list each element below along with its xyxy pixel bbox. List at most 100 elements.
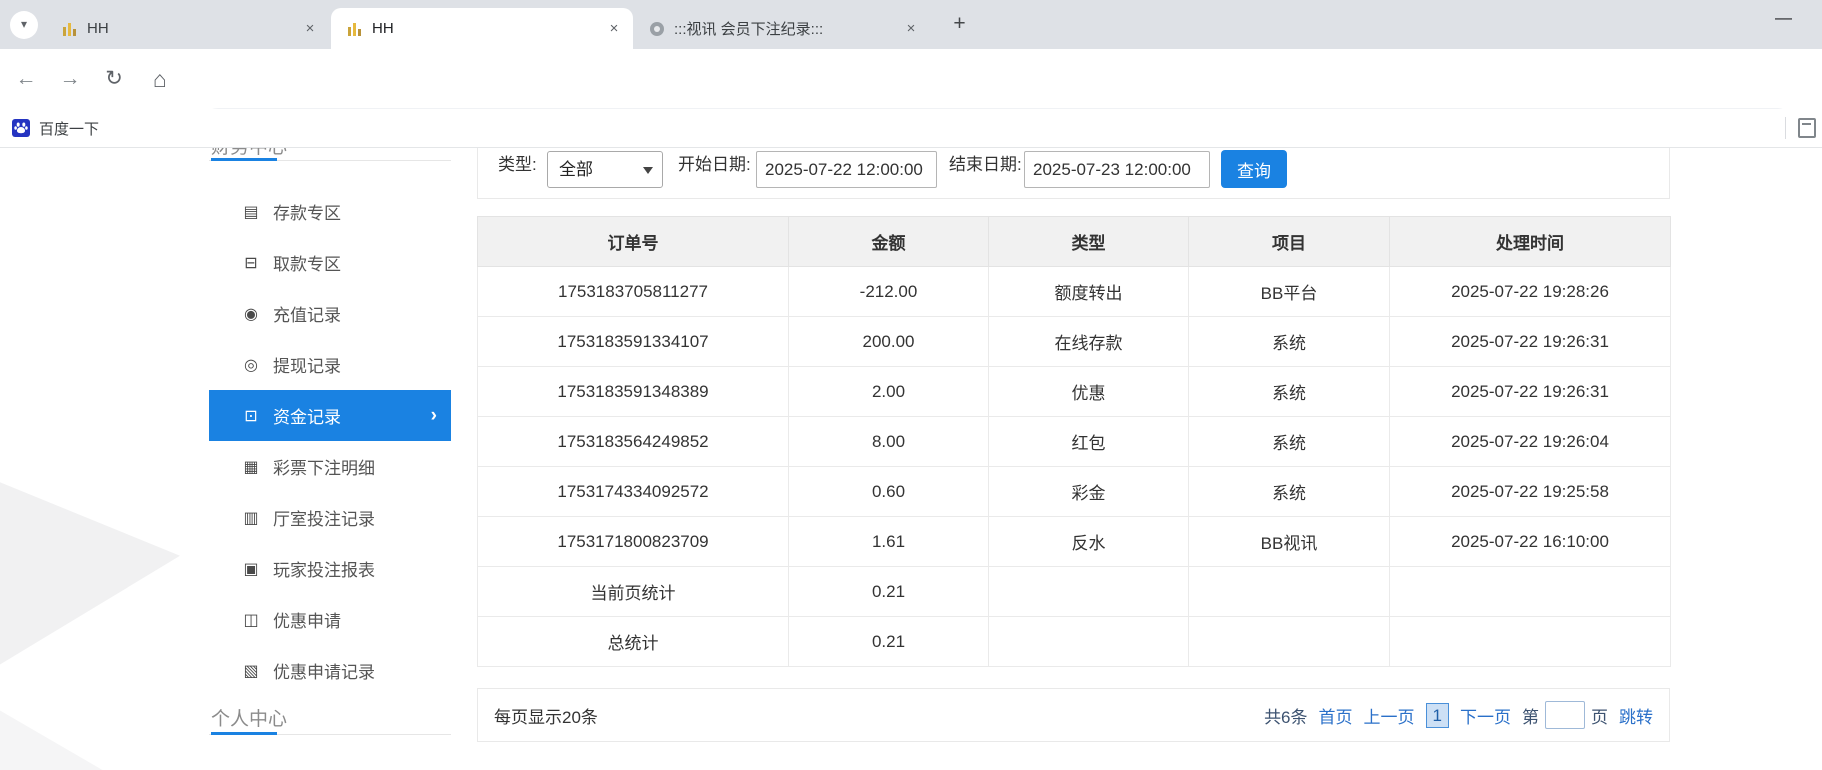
hh-favicon bbox=[347, 21, 363, 37]
sidebar-item-withdraw-zone[interactable]: ⊟ 取款专区 bbox=[209, 237, 451, 288]
close-icon[interactable]: × bbox=[605, 20, 623, 38]
type-select-value: 全部 bbox=[559, 160, 593, 179]
search-button[interactable]: 查询 bbox=[1221, 150, 1287, 188]
bookmarks-separator bbox=[1785, 117, 1786, 139]
baidu-favicon bbox=[12, 119, 30, 137]
cell-time: 2025-07-22 19:26:31 bbox=[1389, 316, 1671, 367]
cell-type: 在线存款 bbox=[988, 316, 1189, 367]
col-header-project: 项目 bbox=[1188, 216, 1390, 267]
cell-project: 系统 bbox=[1188, 366, 1390, 417]
funds-records-panel: 类型: 全部 开始日期: 结束日期: 查询 订单号 金额 类型 bbox=[477, 148, 1671, 770]
cell-project: BB视讯 bbox=[1188, 516, 1390, 567]
reload-icon[interactable]: ↻ bbox=[99, 64, 129, 94]
sidebar-item-label: 彩票下注明细 bbox=[273, 459, 375, 478]
tab-search-button[interactable]: ▾ bbox=[10, 11, 38, 39]
cell-empty bbox=[988, 566, 1189, 617]
home-icon[interactable]: ⌂ bbox=[145, 64, 175, 94]
next-page-link[interactable]: 下一页 bbox=[1460, 703, 1511, 728]
cell-empty bbox=[1188, 616, 1390, 667]
back-icon[interactable]: ← bbox=[11, 64, 41, 94]
chevron-down-icon: ▾ bbox=[20, 17, 28, 31]
cell-order-id: 1753183705811277 bbox=[477, 266, 789, 317]
sidebar-item-withdraw-records[interactable]: ◎ 提现记录 bbox=[209, 339, 451, 390]
new-tab-button[interactable]: + bbox=[946, 11, 973, 38]
sidebar-item-label: 玩家投注报表 bbox=[273, 561, 375, 580]
lottery-detail-icon: ▦ bbox=[243, 458, 259, 476]
cell-amount: 1.61 bbox=[788, 516, 989, 567]
table-row: 1753183705811277 -212.00 额度转出 BB平台 2025-… bbox=[477, 266, 1671, 317]
sidebar-item-deposit-zone[interactable]: ▤ 存款专区 bbox=[209, 186, 451, 237]
sidebar-item-label: 资金记录 bbox=[273, 408, 341, 427]
user-center-sidebar: 财务中心 ▤ 存款专区 ⊟ 取款专区 ◉ 充值记录 ◎ 提现记录 bbox=[209, 148, 451, 770]
sidebar-item-player-bet-report[interactable]: ▣ 玩家投注报表 bbox=[209, 543, 451, 594]
cell-time: 2025-07-22 19:28:26 bbox=[1389, 266, 1671, 317]
video-site-favicon bbox=[649, 21, 665, 37]
jump-link[interactable]: 跳转 bbox=[1619, 703, 1653, 728]
start-date-label: 开始日期: bbox=[678, 155, 751, 174]
end-date-label: 结束日期: bbox=[949, 155, 1022, 174]
col-header-order-id: 订单号 bbox=[477, 216, 789, 267]
sidebar-item-promo-apply[interactable]: ◫ 优惠申请 bbox=[209, 594, 451, 645]
table-row: 1753171800823709 1.61 反水 BB视讯 2025-07-22… bbox=[477, 516, 1671, 567]
sidebar-item-label: 厅室投注记录 bbox=[273, 510, 375, 529]
pagination-bar: 每页显示20条 共6条 首页 上一页 1 下一页 第 页 跳转 bbox=[477, 688, 1670, 742]
cell-amount: 0.60 bbox=[788, 466, 989, 517]
sidebar-item-funds-records[interactable]: ⊡ 资金记录 › bbox=[209, 390, 451, 441]
sidebar-item-room-bet-records[interactable]: ▥ 厅室投注记录 bbox=[209, 492, 451, 543]
withdraw-cash-icon: ⊟ bbox=[244, 254, 258, 272]
type-select[interactable]: 全部 bbox=[547, 151, 663, 188]
col-header-amount: 金额 bbox=[788, 216, 989, 267]
sidebar-menu: ▤ 存款专区 ⊟ 取款专区 ◉ 充值记录 ◎ 提现记录 ⊡ 资金记录 › ▦ 彩… bbox=[209, 186, 451, 696]
prev-page-link[interactable]: 上一页 bbox=[1364, 703, 1415, 728]
cell-project: BB平台 bbox=[1188, 266, 1390, 317]
tab-strip: ▾ HH × HH × :::视讯 会员下注纪录::: × + — bbox=[0, 0, 1822, 49]
coupon-icon: ◫ bbox=[243, 611, 259, 629]
cell-amount: 0.21 bbox=[788, 616, 989, 667]
page-prefix-label: 第 bbox=[1522, 707, 1539, 727]
jump-to-page-group: 第 页 bbox=[1522, 701, 1608, 729]
bookmark-baidu[interactable]: 百度一下 bbox=[12, 115, 99, 141]
sidebar-item-label: 优惠申请记录 bbox=[273, 663, 375, 682]
page-number-input[interactable] bbox=[1545, 701, 1585, 729]
start-date-input[interactable] bbox=[756, 151, 937, 188]
tab-hh-2-active[interactable]: HH × bbox=[331, 8, 633, 49]
tab-title: :::视讯 会员下注纪录::: bbox=[674, 21, 824, 38]
close-icon[interactable]: × bbox=[902, 20, 920, 38]
side-panel-icon[interactable] bbox=[1798, 118, 1816, 138]
tab-hh-1[interactable]: HH × bbox=[46, 8, 329, 49]
forward-icon[interactable]: → bbox=[55, 64, 85, 94]
col-header-type: 类型 bbox=[988, 216, 1189, 267]
section-underline bbox=[211, 732, 277, 735]
window-minimize-button[interactable]: — bbox=[1775, 8, 1792, 28]
page-suffix-label: 页 bbox=[1591, 707, 1608, 727]
tab-title: HH bbox=[87, 20, 109, 37]
cell-project: 系统 bbox=[1188, 466, 1390, 517]
recharge-icon: ◉ bbox=[244, 305, 258, 323]
decorative-triangle bbox=[0, 693, 130, 770]
sidebar-item-label: 充值记录 bbox=[273, 306, 341, 325]
sidebar-item-lottery-bet-details[interactable]: ▦ 彩票下注明细 bbox=[209, 441, 451, 492]
sidebar-item-recharge-records[interactable]: ◉ 充值记录 bbox=[209, 288, 451, 339]
cell-time: 2025-07-22 16:10:00 bbox=[1389, 516, 1671, 567]
room-bet-icon: ▥ bbox=[243, 509, 259, 527]
close-icon[interactable]: × bbox=[301, 20, 319, 38]
tab-video-records[interactable]: :::视讯 会员下注纪录::: × bbox=[633, 8, 930, 49]
sidebar-item-label: 优惠申请 bbox=[273, 612, 341, 631]
browser-window: ▾ HH × HH × :::视讯 会员下注纪录::: × + — ← → ↻ … bbox=[0, 0, 1822, 770]
cell-order-id: 1753171800823709 bbox=[477, 516, 789, 567]
money-bag-icon: ⊡ bbox=[244, 407, 258, 425]
table-row: 1753183591348389 2.00 优惠 系统 2025-07-22 1… bbox=[477, 366, 1671, 417]
table-row: 1753183591334107 200.00 在线存款 系统 2025-07-… bbox=[477, 316, 1671, 367]
table-header-row: 订单号 金额 类型 项目 处理时间 bbox=[477, 216, 1671, 267]
current-page-indicator[interactable]: 1 bbox=[1425, 702, 1449, 728]
sidebar-item-promo-apply-records[interactable]: ▧ 优惠申请记录 bbox=[209, 645, 451, 696]
navigation-bar: ← → ↻ ⌂ mgm1065.com/hhcp/usercenter.html… bbox=[0, 49, 1822, 149]
sidebar-item-label: 提现记录 bbox=[273, 357, 341, 376]
first-page-link[interactable]: 首页 bbox=[1319, 703, 1353, 728]
end-date-input[interactable] bbox=[1024, 151, 1210, 188]
bookmark-label: 百度一下 bbox=[39, 120, 100, 138]
table-summary-row-total: 总统计 0.21 bbox=[477, 616, 1671, 667]
cell-type: 优惠 bbox=[988, 366, 1189, 417]
coupon-record-icon: ▧ bbox=[243, 662, 259, 680]
cell-amount: 2.00 bbox=[788, 366, 989, 417]
